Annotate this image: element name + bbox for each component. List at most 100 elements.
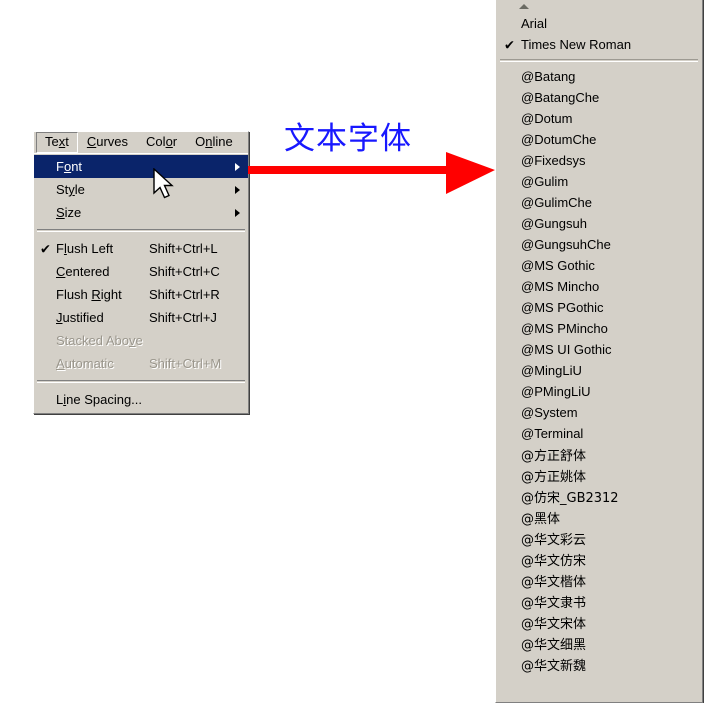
right-arrow-icon bbox=[248, 152, 495, 194]
font-list-item[interactable]: Arial bbox=[496, 13, 702, 34]
font-list-item[interactable]: @华文彩云 bbox=[496, 528, 702, 549]
menubar-item-text[interactable]: Text bbox=[36, 132, 78, 153]
font-list-item[interactable]: @Fixedsys bbox=[496, 150, 702, 171]
menu-item-shortcut: Shift+Ctrl+J bbox=[149, 310, 217, 325]
menu-item-label: Stacked Above bbox=[56, 333, 143, 348]
font-list-item[interactable]: @MingLiU bbox=[496, 360, 702, 381]
font-list-item[interactable]: @Gungsuh bbox=[496, 213, 702, 234]
menu-item-label: Automatic bbox=[56, 356, 114, 371]
font-list-item[interactable]: @GulimChe bbox=[496, 192, 702, 213]
font-list-item[interactable]: @华文隶书 bbox=[496, 591, 702, 612]
font-list-item[interactable]: @MS PMincho bbox=[496, 318, 702, 339]
menu-item-flush-left[interactable]: ✔ Flush Left Shift+Ctrl+L bbox=[34, 237, 248, 260]
font-list-item-label: @MS Mincho bbox=[521, 279, 600, 294]
submenu-arrow-icon bbox=[235, 208, 240, 217]
font-list-item-label: @PMingLiU bbox=[521, 384, 591, 399]
font-list-item-label: @Batang bbox=[521, 69, 576, 84]
font-list-item-label: @GulimChe bbox=[521, 195, 592, 210]
font-list-item[interactable]: @华文仿宋 bbox=[496, 549, 702, 570]
font-list-item-label: @华文隶书 bbox=[521, 596, 587, 611]
menubar-item-color[interactable]: Color bbox=[137, 132, 186, 153]
text-menu-window: Text Curves Color Online Font Style Size ✔ Flus… bbox=[33, 131, 249, 414]
menu-item-flush-right[interactable]: Flush Right Shift+Ctrl+R bbox=[34, 283, 248, 306]
font-list-item[interactable]: @Dotum bbox=[496, 108, 702, 129]
menu-separator bbox=[37, 380, 245, 383]
font-list-item-label: @MS UI Gothic bbox=[521, 342, 612, 357]
font-list-item[interactable]: @MS Gothic bbox=[496, 255, 702, 276]
menu-item-font[interactable]: Font bbox=[34, 155, 248, 178]
menu-item-label: Flush Left bbox=[56, 241, 114, 256]
font-list-item-label: @Gungsuh bbox=[521, 216, 587, 231]
menubar: Text Curves Color Online bbox=[34, 132, 248, 154]
font-list-item-label: @BatangChe bbox=[521, 90, 600, 105]
font-list-item-label: @华文新魏 bbox=[521, 659, 587, 674]
menu-item-justified[interactable]: Justified Shift+Ctrl+J bbox=[34, 306, 248, 329]
font-list-item[interactable]: @PMingLiU bbox=[496, 381, 702, 402]
checkmark-icon: ✔ bbox=[504, 37, 515, 52]
font-list-item-label: @华文宋体 bbox=[521, 617, 587, 632]
checkmark-icon: ✔ bbox=[40, 241, 51, 256]
menu-item-style[interactable]: Style bbox=[34, 178, 248, 201]
menubar-item-curves[interactable]: Curves bbox=[78, 132, 137, 153]
font-list-item[interactable]: @华文楷体 bbox=[496, 570, 702, 591]
font-list-item[interactable]: @华文新魏 bbox=[496, 654, 702, 675]
font-list-separator bbox=[500, 59, 698, 62]
font-list-item-label: @Gulim bbox=[521, 174, 569, 189]
font-list-item-label: Times New Roman bbox=[521, 37, 632, 52]
font-dropdown-list: Arial ✔ Times New Roman @Batang @BatangChe @D… bbox=[495, 0, 703, 703]
font-list-item-label: @华文细黑 bbox=[521, 638, 587, 653]
font-list-item-label: @DotumChe bbox=[521, 132, 597, 147]
font-list-item-label: @MS PMincho bbox=[521, 321, 608, 336]
font-list-item[interactable]: @华文细黑 bbox=[496, 633, 702, 654]
menu-item-label: Style bbox=[56, 182, 85, 197]
font-list-item[interactable]: @DotumChe bbox=[496, 129, 702, 150]
font-list-item-label: @华文彩云 bbox=[521, 533, 587, 548]
font-list-item-label: @MS PGothic bbox=[521, 300, 604, 315]
menubar-item-online[interactable]: Online bbox=[186, 132, 242, 153]
menu-item-size[interactable]: Size bbox=[34, 201, 248, 224]
menu-item-line-spacing[interactable]: Line Spacing... bbox=[34, 388, 248, 411]
font-list-item-label: @方正姚体 bbox=[521, 470, 587, 485]
menu-item-shortcut: Shift+Ctrl+C bbox=[149, 264, 220, 279]
font-list-item-label: @华文仿宋 bbox=[521, 554, 587, 569]
menu-item-shortcut: Shift+Ctrl+M bbox=[149, 356, 222, 371]
menu-item-centered[interactable]: Centered Shift+Ctrl+C bbox=[34, 260, 248, 283]
font-list-item[interactable]: @方正姚体 bbox=[496, 465, 702, 486]
font-list-item-label: @System bbox=[521, 405, 578, 420]
font-list-item[interactable]: @黑体 bbox=[496, 507, 702, 528]
menu-item-label: Line Spacing... bbox=[56, 392, 143, 407]
font-list-item-label: @GungsuhChe bbox=[521, 237, 611, 252]
font-list-item-label: @Terminal bbox=[521, 426, 584, 441]
menu-item-automatic: Automatic Shift+Ctrl+M bbox=[34, 352, 248, 375]
font-list-item-label: @方正舒体 bbox=[521, 449, 587, 464]
submenu-arrow-icon bbox=[235, 185, 240, 194]
font-list-item[interactable]: @MS UI Gothic bbox=[496, 339, 702, 360]
scroll-up-arrow-icon bbox=[519, 4, 529, 9]
scroll-up-button[interactable] bbox=[496, 0, 702, 13]
font-list-item[interactable]: @Terminal bbox=[496, 423, 702, 444]
menu-item-label: Flush Right bbox=[56, 287, 122, 302]
font-list-item-label: @仿宋_GB2312 bbox=[521, 491, 619, 506]
menu-item-stacked-above: Stacked Above bbox=[34, 329, 248, 352]
font-list-item[interactable]: @华文宋体 bbox=[496, 612, 702, 633]
menu-separator bbox=[37, 229, 245, 232]
submenu-arrow-icon bbox=[235, 162, 240, 171]
font-list-item[interactable]: ✔ Times New Roman bbox=[496, 34, 702, 55]
font-list-item[interactable]: @GungsuhChe bbox=[496, 234, 702, 255]
menu-item-label: Size bbox=[56, 205, 82, 220]
font-list-item[interactable]: @Batang bbox=[496, 66, 702, 87]
menu-item-label: Font bbox=[56, 159, 83, 174]
font-list-item[interactable]: @仿宋_GB2312 bbox=[496, 486, 702, 507]
font-list-item[interactable]: @BatangChe bbox=[496, 87, 702, 108]
menu-item-label: Centered bbox=[56, 264, 110, 279]
menu-item-shortcut: Shift+Ctrl+L bbox=[149, 241, 218, 256]
menu-item-label: Justified bbox=[56, 310, 104, 325]
font-list-item-label: @Fixedsys bbox=[521, 153, 586, 168]
font-list-item[interactable]: @MS Mincho bbox=[496, 276, 702, 297]
font-list-item[interactable]: @System bbox=[496, 402, 702, 423]
font-list-item[interactable]: @MS PGothic bbox=[496, 297, 702, 318]
font-list-item-label: @MS Gothic bbox=[521, 258, 595, 273]
font-list-item[interactable]: @Gulim bbox=[496, 171, 702, 192]
font-list-item-label: @华文楷体 bbox=[521, 575, 587, 590]
font-list-item[interactable]: @方正舒体 bbox=[496, 444, 702, 465]
